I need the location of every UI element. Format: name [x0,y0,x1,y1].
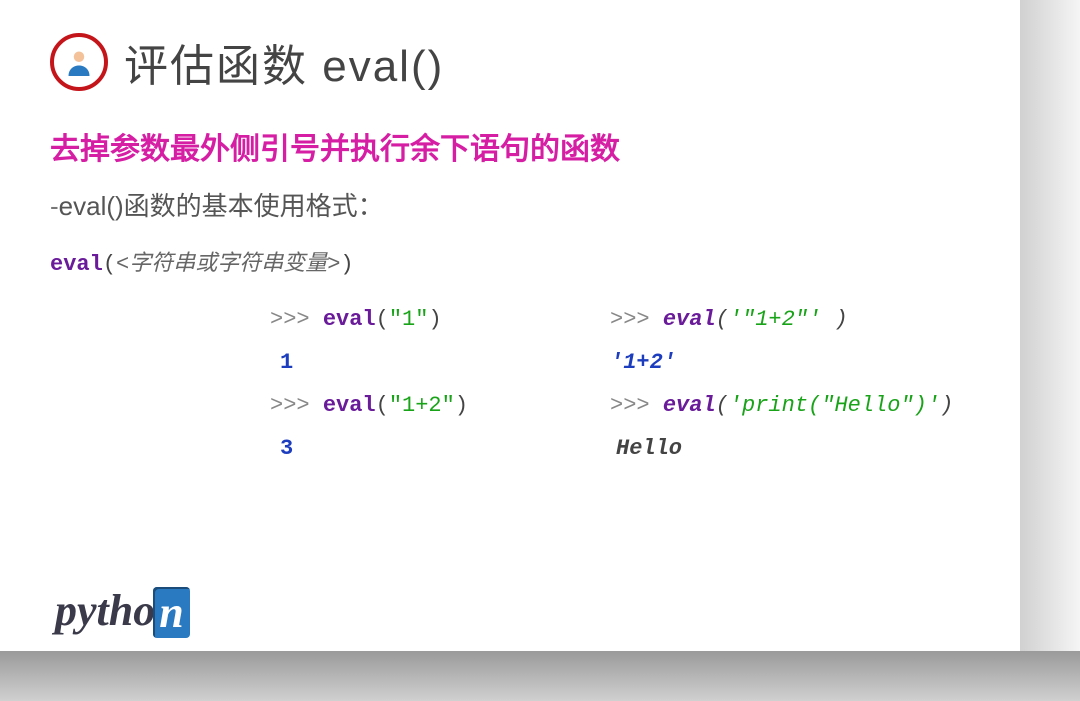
examples-block: >>> eval("1") 1 >>> eval("1+2") 3 >>> ev… [270,307,970,461]
paren-close: ) [940,393,953,418]
string-arg: "1+2" [389,393,455,418]
examples-left: >>> eval("1") 1 >>> eval("1+2") 3 [270,307,560,461]
paren-close: ) [428,307,441,332]
string-arg: 'print("Hello")' [729,393,940,418]
example-line: >>> eval("1+2") [270,393,560,418]
usage-text: eval()函数的基本使用格式： [59,191,384,221]
subtitle: 去掉参数最外侧引号并执行余下语句的函数 [50,124,970,168]
paren-open: ( [376,307,389,332]
signature: eval(<字符串或字符串变量>) [50,245,970,277]
example-line: >>> eval('"1+2"' ) [610,307,990,332]
sig-arg: <字符串或字符串变量> [116,252,340,277]
eval-fn: eval [323,307,376,332]
usage-line: -eval()函数的基本使用格式： [50,186,970,223]
sig-close: ) [340,252,353,277]
string-arg: '"1+2"' [729,307,821,332]
header-row: 评估函数 eval() [50,30,970,94]
paren-close: ) [455,393,468,418]
logo-pre: pytho [55,585,155,636]
paren-open: ( [716,393,729,418]
output-value: '1+2' [610,350,990,375]
eval-fn: eval [323,393,376,418]
slide: 评估函数 eval() 去掉参数最外侧引号并执行余下语句的函数 -eval()函… [0,0,1020,651]
floor-gradient [0,651,1080,701]
output-value: 1 [270,350,560,375]
string-arg: "1" [389,307,429,332]
sig-open: ( [103,252,116,277]
prompt-text: >>> [610,307,663,332]
example-line: >>> eval('print("Hello")') [610,393,990,418]
output-value: Hello [610,436,990,461]
examples-right: >>> eval('"1+2"' ) '1+2' >>> eval('print… [610,307,990,461]
example-line: >>> eval("1") [270,307,560,332]
prompt-text: >>> [610,393,663,418]
eval-fn: eval [663,307,716,332]
avatar-icon [50,33,108,91]
dash: - [50,191,59,221]
paren-close: ) [821,307,847,332]
sig-fn: eval [50,252,103,277]
prompt-text: >>> [270,307,323,332]
page-title: 评估函数 eval() [124,30,444,94]
output-value: 3 [270,436,560,461]
logo-badge: n [153,587,189,638]
paren-open: ( [376,393,389,418]
python-logo: python [55,585,190,636]
paren-open: ( [716,307,729,332]
eval-fn: eval [663,393,716,418]
prompt-text: >>> [270,393,323,418]
